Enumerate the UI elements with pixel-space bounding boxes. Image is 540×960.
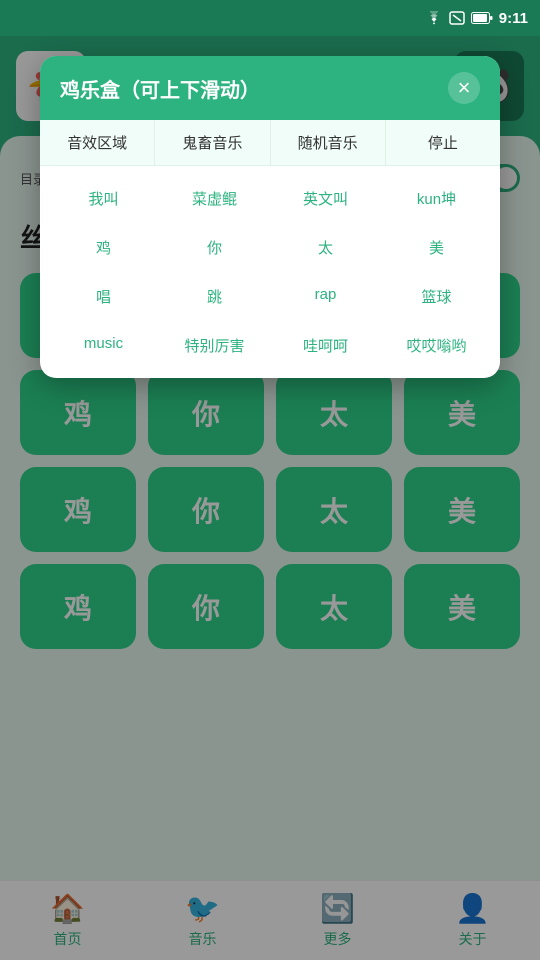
sound-btn-12[interactable]: music (48, 321, 159, 370)
status-time: 9:11 (499, 10, 528, 27)
sound-btn-4[interactable]: 鸡 (48, 223, 159, 272)
sound-btn-3[interactable]: kun坤 (381, 174, 492, 223)
status-bar: 9:11 (0, 0, 540, 36)
sound-btn-5[interactable]: 你 (159, 223, 270, 272)
battery-icon (471, 12, 493, 24)
sound-btn-13[interactable]: 特别厉害 (159, 321, 270, 370)
close-button[interactable]: × (448, 72, 480, 104)
overlay-panel: 鸡乐盒（可上下滑动） × 音效区域 鬼畜音乐 随机音乐 停止 我叫 菜虚鲲 英文… (40, 56, 500, 378)
sound-btn-1[interactable]: 菜虚鲲 (159, 174, 270, 223)
wifi-icon (425, 11, 443, 25)
tab-ghost-music[interactable]: 鬼畜音乐 (155, 120, 270, 165)
status-icons: 9:11 (425, 10, 528, 27)
sound-btn-0[interactable]: 我叫 (48, 174, 159, 223)
tab-random-music[interactable]: 随机音乐 (271, 120, 386, 165)
sound-btn-10[interactable]: rap (270, 272, 381, 321)
no-sim-icon (449, 11, 465, 25)
sound-btn-6[interactable]: 太 (270, 223, 381, 272)
sound-grid: 我叫 菜虚鲲 英文叫 kun坤 鸡 你 太 美 唱 跳 rap 篮球 music… (40, 166, 500, 378)
overlay-title: 鸡乐盒（可上下滑动） (60, 74, 260, 103)
sound-btn-7[interactable]: 美 (381, 223, 492, 272)
sound-btn-14[interactable]: 哇呵呵 (270, 321, 381, 370)
tab-stop[interactable]: 停止 (386, 120, 500, 165)
overlay-backdrop: 鸡乐盒（可上下滑动） × 音效区域 鬼畜音乐 随机音乐 停止 我叫 菜虚鲲 英文… (0, 36, 540, 960)
sound-btn-8[interactable]: 唱 (48, 272, 159, 321)
sound-btn-11[interactable]: 篮球 (381, 272, 492, 321)
sound-btn-9[interactable]: 跳 (159, 272, 270, 321)
overlay-header: 鸡乐盒（可上下滑动） × (40, 56, 500, 120)
sound-btn-2[interactable]: 英文叫 (270, 174, 381, 223)
sound-btn-15[interactable]: 哎哎嗡哟 (381, 321, 492, 370)
tab-sound-effects[interactable]: 音效区域 (40, 120, 155, 165)
overlay-tabs: 音效区域 鬼畜音乐 随机音乐 停止 (40, 120, 500, 166)
